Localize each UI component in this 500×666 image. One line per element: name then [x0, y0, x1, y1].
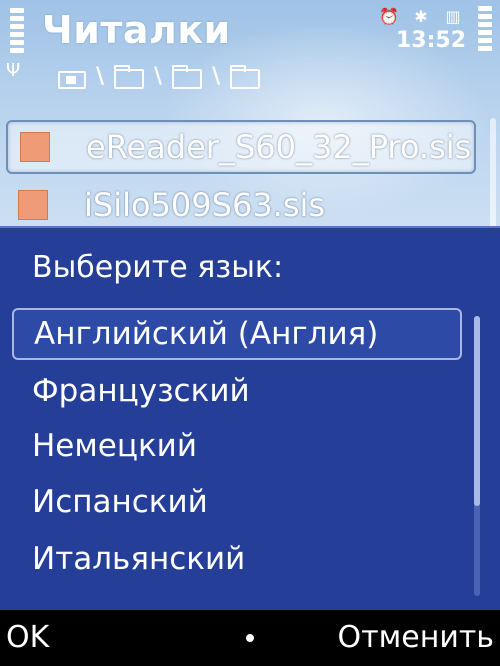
sis-file-icon	[20, 132, 50, 162]
file-list-item-isilo[interactable]: iSilo509S63.sis	[6, 178, 476, 232]
dialog-scrollbar[interactable]	[474, 316, 480, 596]
breadcrumb: \ \ \	[58, 64, 261, 89]
memory-card-icon	[58, 71, 86, 89]
folder-icon	[230, 65, 261, 89]
battery-icon	[478, 6, 492, 54]
language-option-english[interactable]: Английский (Англия)	[12, 308, 462, 360]
file-list-scrollbar[interactable]	[490, 118, 496, 228]
file-name: eReader_S60_32_Pro.sis	[86, 128, 472, 166]
app-title: Читалки	[42, 8, 231, 52]
cancel-softkey[interactable]: Отменить	[338, 620, 494, 655]
file-name: iSilo509S63.sis	[84, 186, 326, 224]
file-list-item-ereader[interactable]: eReader_S60_32_Pro.sis	[6, 120, 476, 174]
option-label: Французский	[32, 373, 250, 409]
option-label: Английский (Англия)	[34, 316, 379, 352]
status-icons: ⏰ ✱ ▥	[378, 6, 464, 28]
path-separator: \	[212, 64, 221, 89]
option-label: Испанский	[32, 484, 208, 520]
center-softkey-dot-icon[interactable]	[246, 634, 254, 642]
antenna-icon: Ψ	[6, 60, 21, 81]
language-option-french[interactable]: Французский	[12, 365, 462, 417]
sis-file-icon	[18, 190, 48, 220]
softkey-bar: OK Отменить	[0, 610, 500, 666]
alarm-icon: ⏰	[379, 7, 399, 26]
folder-icon	[172, 65, 203, 89]
bluetooth-icon: ✱	[414, 7, 428, 26]
scrollbar-thumb[interactable]	[474, 316, 480, 506]
option-label: Итальянский	[32, 541, 246, 577]
signal-bars-icon	[10, 8, 24, 60]
ok-softkey[interactable]: OK	[6, 620, 49, 655]
option-label: Немецкий	[32, 428, 197, 464]
language-dialog: Выберите язык: Английский (Англия) Франц…	[0, 226, 500, 610]
language-option-german[interactable]: Немецкий	[12, 420, 462, 472]
language-option-italian[interactable]: Итальянский	[12, 533, 462, 585]
dialog-title: Выберите язык:	[32, 250, 284, 285]
folder-icon	[114, 65, 145, 89]
path-separator: \	[154, 64, 163, 89]
profile-icon: ▥	[445, 7, 461, 26]
clock: 13:52	[395, 28, 466, 53]
language-option-spanish[interactable]: Испанский	[12, 476, 462, 528]
path-separator: \	[96, 64, 105, 89]
